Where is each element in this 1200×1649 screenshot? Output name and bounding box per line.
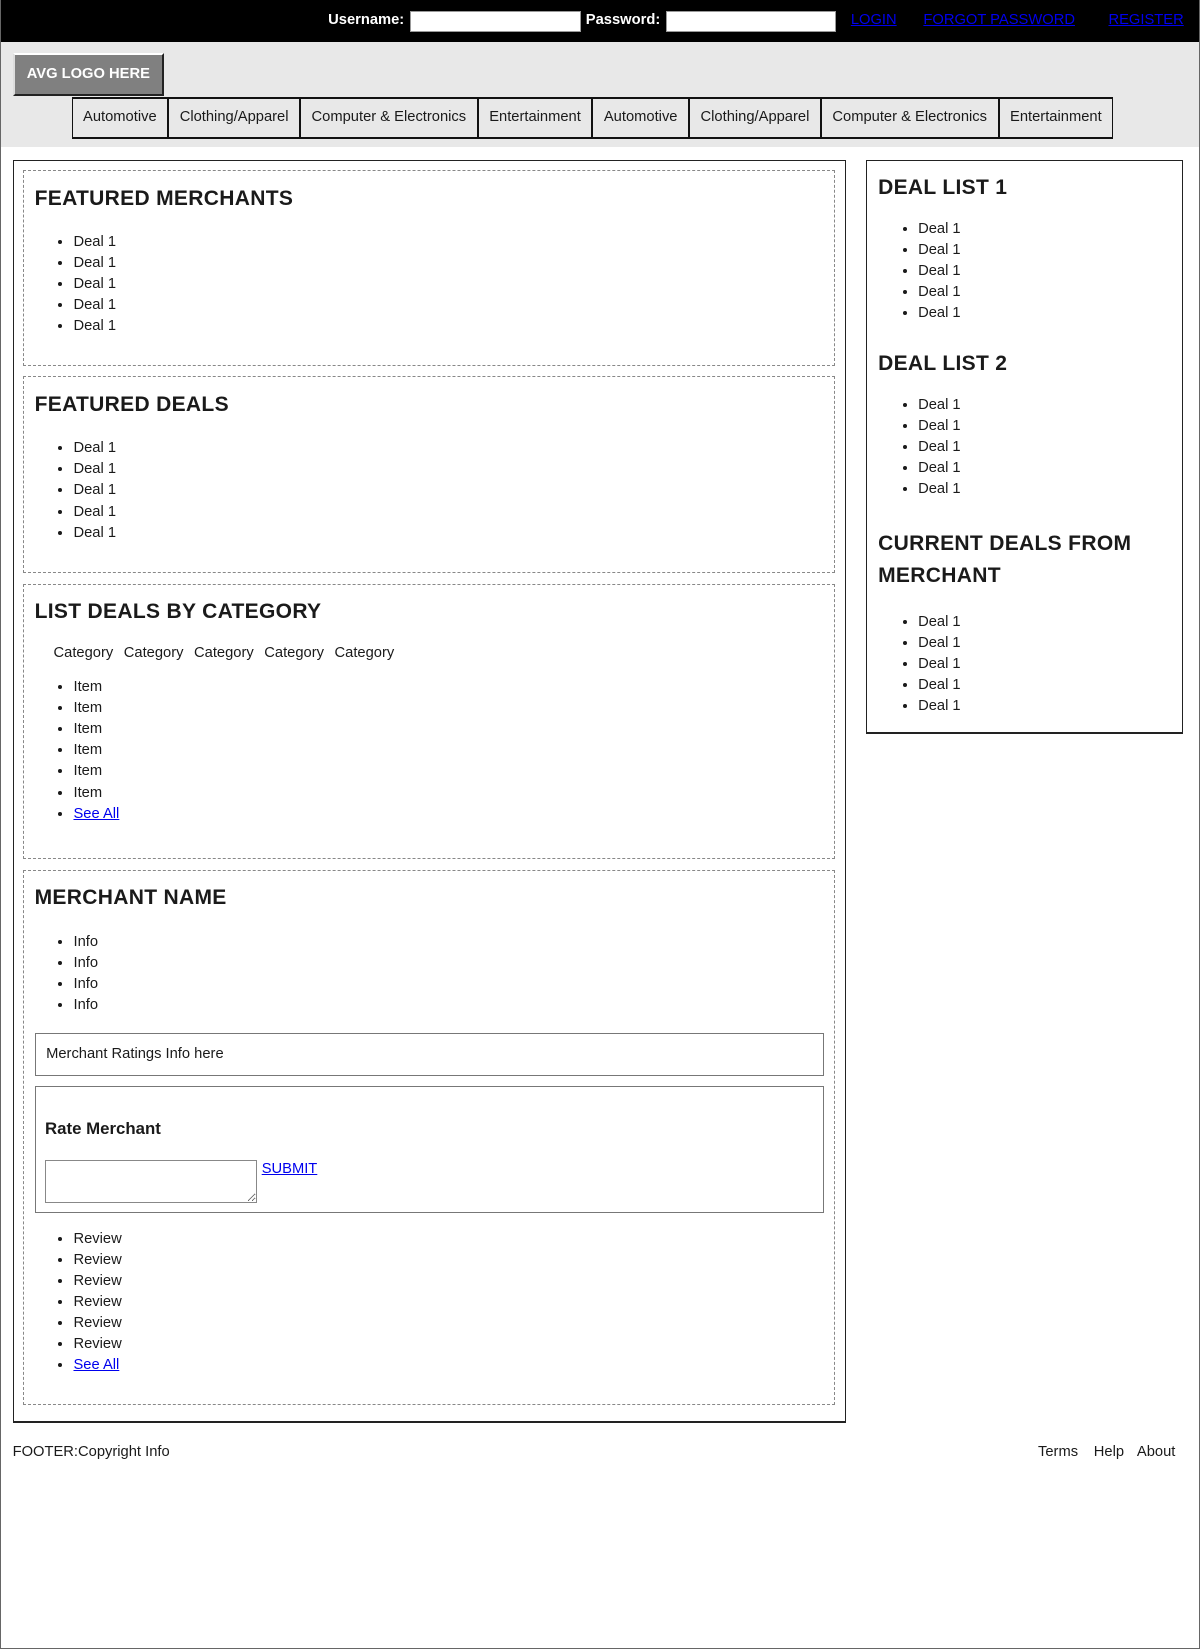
deal-list-1-title: DEAL LIST 1 [878, 175, 1008, 199]
list-item: Deal 1 [73, 459, 823, 480]
review-item: Review [73, 1334, 823, 1355]
nav-item-computer-electronics[interactable]: Computer & Electronics [300, 96, 478, 139]
submit-link[interactable]: SUBMIT [262, 1161, 318, 1177]
list-item: Deal 1 [918, 282, 1171, 303]
password-label: Password: [585, 11, 661, 28]
list-item: Deal 1 [73, 480, 823, 501]
list-item: Deal 1 [918, 696, 1171, 717]
nav-item-entertainment[interactable]: Entertainment [998, 96, 1114, 139]
current-deals-list: Deal 1 Deal 1 Deal 1 Deal 1 Deal 1 [878, 612, 1170, 717]
see-all-reviews-link[interactable]: See All [73, 1357, 119, 1373]
footer-link-about[interactable]: About [1137, 1444, 1175, 1460]
footer-link-help[interactable]: Help [1094, 1444, 1124, 1460]
list-item: Deal 1 [918, 479, 1171, 500]
sidebar: DEAL LIST 1 Deal 1 Deal 1 Deal 1 Deal 1 … [865, 159, 1184, 735]
category-nav: Automotive Clothing/Apparel Computer & E… [71, 96, 1114, 139]
merchant-section: MERCHANT NAME Info Info Info Info Mercha… [23, 869, 836, 1405]
login-link[interactable]: LOGIN [851, 12, 897, 28]
review-item: Review [73, 1313, 823, 1334]
list-item: Item [73, 761, 823, 782]
password-input[interactable] [665, 10, 837, 32]
category-tabs: Category Category Category Category Category [35, 645, 824, 661]
top-login-bar: Username: Password: LOGIN FORGOT PASSWOR… [0, 0, 1200, 43]
list-item: Item [73, 719, 823, 740]
featured-merchants-section: FEATURED MERCHANTS Deal 1 Deal 1 Deal 1 … [23, 170, 836, 366]
list-item: Deal 1 [73, 253, 823, 274]
deal-list-2: Deal 1 Deal 1 Deal 1 Deal 1 Deal 1 [878, 395, 1170, 500]
footer-copyright: FOOTER:Copyright Info [12, 1443, 170, 1460]
category-tab[interactable]: Category [124, 645, 184, 661]
current-deals-title: CURRENT DEALS FROM MERCHANT [878, 531, 1132, 588]
username-input[interactable] [410, 10, 581, 32]
nav-item-automotive[interactable]: Automotive [71, 96, 169, 139]
category-tab[interactable]: Category [194, 645, 254, 661]
list-item: Deal 1 [918, 240, 1171, 261]
see-all-link[interactable]: See All [73, 806, 119, 822]
section-title: FEATURED DEALS [34, 393, 229, 417]
list-item: Item [73, 740, 823, 761]
logo[interactable]: AVG LOGO HERE [12, 52, 165, 96]
merchant-info-list: Info Info Info Info [35, 932, 824, 1016]
nav-item-entertainment[interactable]: Entertainment [477, 96, 593, 139]
category-items-list: Item Item Item Item Item Item See All [35, 677, 824, 824]
nav-item-computer-electronics[interactable]: Computer & Electronics [820, 96, 999, 139]
footer-link-terms[interactable]: Terms [1038, 1444, 1078, 1460]
category-tab[interactable]: Category [264, 645, 324, 661]
info-item: Info [73, 995, 823, 1016]
merchant-name: MERCHANT NAME [34, 886, 227, 910]
list-item: Deal 1 [73, 274, 823, 295]
info-item: Info [73, 932, 823, 953]
list-item: Deal 1 [73, 438, 823, 459]
review-item: Review [73, 1271, 823, 1292]
list-item: Deal 1 [918, 416, 1171, 437]
list-item: Item [73, 677, 823, 698]
username-label: Username: [328, 11, 405, 28]
list-item: Deal 1 [918, 303, 1171, 324]
list-item: Deal 1 [918, 675, 1171, 696]
review-item: Review [73, 1292, 823, 1313]
review-item: Review [73, 1250, 823, 1271]
deals-by-category-section: LIST DEALS BY CATEGORY Category Category C… [23, 583, 836, 860]
deal-list-2-title: DEAL LIST 2 [878, 352, 1008, 376]
nav-item-clothing[interactable]: Clothing/Apparel [689, 96, 821, 139]
featured-deals-list: Deal 1 Deal 1 Deal 1 Deal 1 Deal 1 [35, 438, 824, 543]
featured-deals-section: FEATURED DEALS Deal 1 Deal 1 Deal 1 Deal… [23, 376, 836, 574]
section-title: FEATURED MERCHANTS [34, 187, 294, 211]
list-item: Deal 1 [73, 232, 823, 253]
merchant-ratings-box: Merchant Ratings Info here [34, 1032, 824, 1076]
rate-merchant-box: Rate Merchant SUBMIT [34, 1086, 824, 1214]
header: AVG LOGO HERE Automotive Clothing/Appare… [0, 42, 1200, 148]
nav-item-clothing[interactable]: Clothing/Apparel [168, 96, 301, 139]
deal-list-1: Deal 1 Deal 1 Deal 1 Deal 1 Deal 1 [878, 219, 1170, 324]
main-content: FEATURED MERCHANTS Deal 1 Deal 1 Deal 1 … [12, 159, 846, 1423]
forgot-password-link[interactable]: FORGOT PASSWORD [923, 12, 1075, 28]
list-item: Item [73, 783, 823, 804]
list-item: Deal 1 [918, 437, 1171, 458]
list-item: Item [73, 698, 823, 719]
list-item: Deal 1 [918, 612, 1171, 633]
nav-item-automotive[interactable]: Automotive [592, 96, 690, 139]
rate-merchant-title: Rate Merchant [45, 1118, 161, 1138]
rate-merchant-textarea[interactable] [45, 1159, 258, 1203]
reviews-list: Review Review Review Review Review Revie… [35, 1229, 824, 1376]
list-item: Deal 1 [918, 654, 1171, 675]
list-item: Deal 1 [918, 395, 1171, 416]
list-item: Deal 1 [73, 295, 823, 316]
list-item: Deal 1 [73, 502, 823, 523]
review-item: Review [73, 1229, 823, 1250]
list-item: Deal 1 [73, 523, 823, 544]
info-item: Info [73, 953, 823, 974]
info-item: Info [73, 974, 823, 995]
list-item: Deal 1 [73, 316, 823, 337]
list-item: Deal 1 [918, 633, 1171, 654]
list-item: Deal 1 [918, 261, 1171, 282]
section-title: LIST DEALS BY CATEGORY [34, 600, 322, 624]
list-item: Deal 1 [918, 458, 1171, 479]
featured-merchants-list: Deal 1 Deal 1 Deal 1 Deal 1 Deal 1 [35, 232, 824, 337]
list-item: Deal 1 [918, 219, 1171, 240]
category-tab[interactable]: Category [335, 645, 395, 661]
register-link[interactable]: REGISTER [1108, 12, 1183, 28]
category-tab[interactable]: Category [54, 645, 114, 661]
